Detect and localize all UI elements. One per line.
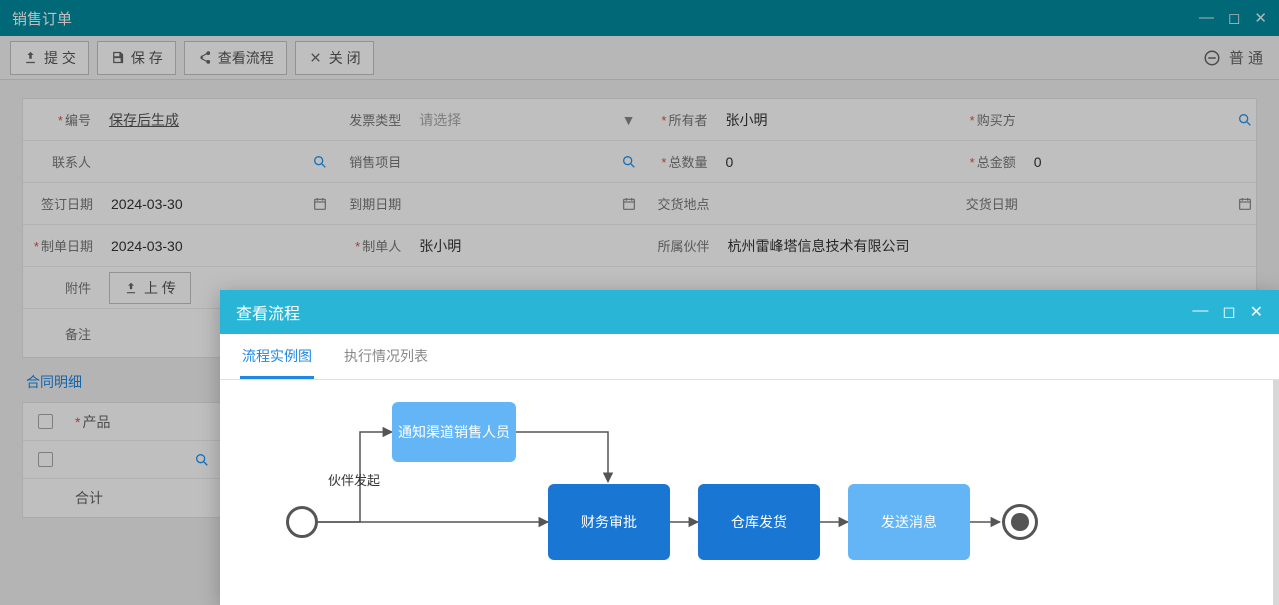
tab-diagram[interactable]: 流程实例图 <box>240 334 314 379</box>
tab-exec-list[interactable]: 执行情况列表 <box>342 334 430 379</box>
modal-body: 通知渠道销售人员 伙伴发起 财务审批 仓库发货 发送消息 <box>220 380 1279 605</box>
flow-end-node <box>1002 504 1038 540</box>
flow-edge-label: 伙伴发起 <box>328 470 380 489</box>
modal-minimize-icon[interactable]: — <box>1192 302 1208 322</box>
view-flow-modal: 查看流程 — ◻ ✕ 流程实例图 执行情况列表 <box>220 290 1279 605</box>
modal-close-icon[interactable]: ✕ <box>1250 302 1263 322</box>
flow-start-node <box>286 506 318 538</box>
modal-maximize-icon[interactable]: ◻ <box>1222 302 1235 322</box>
flow-node-message: 发送消息 <box>848 484 970 560</box>
modal-title: 查看流程 <box>236 300 1192 324</box>
flow-node-warehouse: 仓库发货 <box>698 484 820 560</box>
flow-node-notify: 通知渠道销售人员 <box>392 402 516 462</box>
flow-node-finance: 财务审批 <box>548 484 670 560</box>
